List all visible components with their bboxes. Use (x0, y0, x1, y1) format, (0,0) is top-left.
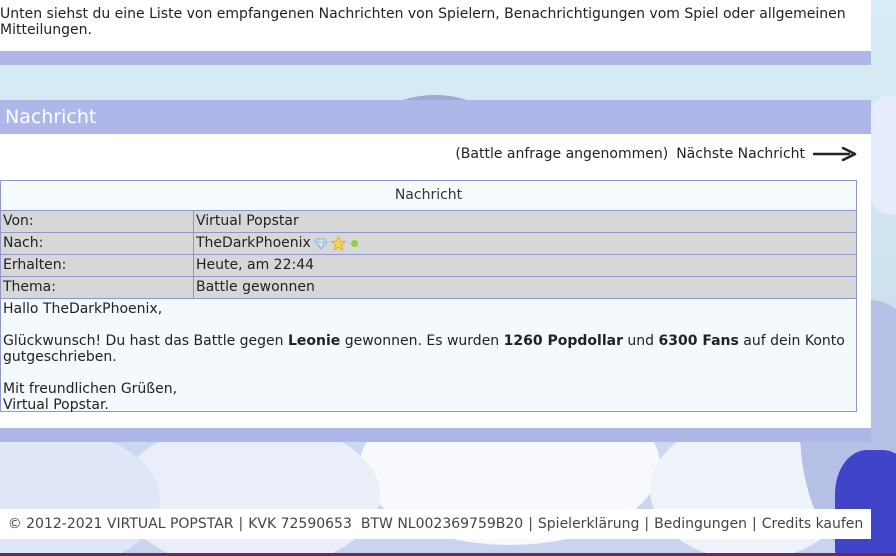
footer-separator: | (644, 516, 650, 532)
footer-separator: | (528, 516, 533, 532)
footer-separator: | (752, 516, 757, 532)
message-table-title: Nachricht (1, 181, 856, 211)
sender-name: Virtual Popstar (196, 213, 299, 229)
message-panel: (Battle anfrage angenommen) Nächste Nach… (0, 134, 871, 428)
intro-text: Unten siehst du eine Liste von empfangen… (0, 6, 846, 38)
site-footer: © 2012-2021 VIRTUAL POPSTAR | KVK 725906… (0, 509, 871, 539)
field-row-received: Erhalten: Heute, am 22:44 (1, 255, 856, 277)
field-label: Erhalten: (1, 255, 194, 276)
footer-copyright: © 2012-2021 VIRTUAL POPSTAR (7, 516, 234, 532)
background-character (835, 450, 896, 556)
online-dot-icon (350, 240, 358, 247)
section-title: Nachricht (5, 106, 97, 128)
next-message-link[interactable]: Nächste Nachricht (676, 146, 805, 162)
received-time: Heute, am 22:44 (196, 257, 315, 273)
popdollar-amount: 1260 Popdollar (503, 333, 623, 349)
message-closing: Mit freundlichen Grüßen, (3, 381, 178, 397)
opponent-name: Leonie (287, 333, 341, 349)
divider-stripe (0, 51, 871, 65)
footer-kvk: KVK 72590653 (248, 516, 352, 532)
sender-value: Virtual Popstar (194, 211, 856, 232)
message-body: Hallo TheDarkPhoenix, Glückwunsch! Du ha… (1, 299, 856, 413)
previous-message-subject: (Battle anfrage angenommen) (455, 146, 669, 162)
subject-value: Battle gewonnen (194, 277, 856, 298)
message-text: gewonnen. Es wurden (340, 333, 504, 349)
divider-stripe (0, 428, 871, 442)
received-value: Heute, am 22:44 (194, 255, 856, 276)
arrow-right-icon[interactable] (813, 147, 857, 161)
field-label: Nach: (1, 233, 194, 254)
intro-panel: Unten siehst du eine Liste von empfangen… (0, 0, 871, 51)
footer-btw: BTW NL002369759B20 (360, 516, 524, 532)
fans-amount: 6300 Fans (658, 333, 739, 349)
message-section-header: Nachricht (0, 100, 871, 134)
field-row-subject: Thema: Battle gewonnen (1, 277, 856, 299)
message-navigation: (Battle anfrage angenommen) Nächste Nach… (455, 146, 857, 162)
recipient-value: TheDarkPhoenix (194, 233, 856, 254)
message-content: Glückwunsch! Du hast das Battle gegen Le… (3, 333, 854, 365)
field-row-to: Nach: TheDarkPhoenix (1, 233, 856, 255)
footer-link-buy-credits[interactable]: Credits kaufen (762, 516, 864, 532)
message-table: Nachricht Von: Virtual Popstar Nach: The… (0, 180, 857, 413)
field-label: Thema: (1, 277, 194, 298)
message-text: und (622, 333, 659, 349)
footer-link-terms[interactable]: Bedingungen (654, 516, 747, 532)
message-signature: Virtual Popstar. (3, 397, 109, 413)
recipient-link[interactable]: TheDarkPhoenix (196, 233, 311, 254)
message-greeting: Hallo TheDarkPhoenix, (3, 301, 163, 317)
footer-link-player-statement[interactable]: Spielerklärung (538, 516, 640, 532)
footer-separator: | (238, 516, 244, 532)
field-row-from: Von: Virtual Popstar (1, 211, 856, 233)
subject-text: Battle gewonnen (196, 279, 315, 295)
diamond-icon (314, 238, 328, 250)
field-label: Von: (1, 211, 194, 232)
message-text: Glückwunsch! Du hast das Battle gegen (3, 333, 288, 349)
star-icon (330, 236, 346, 251)
